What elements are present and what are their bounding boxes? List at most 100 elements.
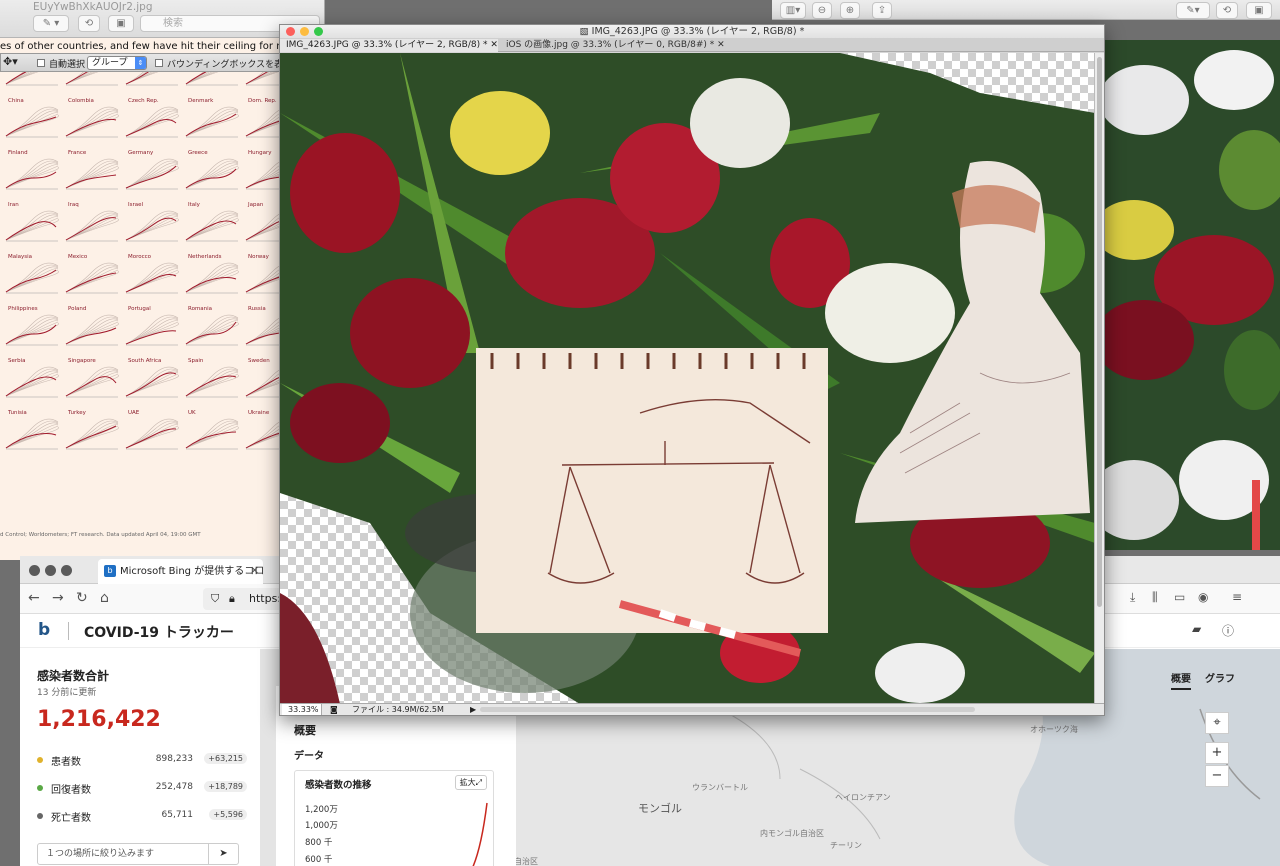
tab-overview[interactable]: 概要 [1171, 670, 1191, 685]
stat-delta: +18,789 [204, 781, 247, 792]
markup-pen-icon[interactable]: ✎▾ [1176, 2, 1210, 19]
sidebar-icon[interactable]: ▥▾ [780, 2, 806, 19]
extension-icon[interactable]: ◉ [1198, 590, 1208, 604]
expand-button[interactable]: 拡大⤢ [454, 775, 487, 790]
mini-chart-label: France [68, 150, 87, 156]
zoom-in-icon[interactable]: ⊕ [840, 2, 860, 19]
tab-ios-image[interactable]: iOS の画像.jpg @ 33.3% (レイヤー 0, RGB/8#) * ✕ [500, 39, 725, 52]
mini-chart: UAE [124, 410, 180, 460]
zoom-out-icon[interactable]: ⊖ [812, 2, 832, 19]
mini-chart-label: Mexico [68, 254, 88, 260]
mini-chart-plot [5, 366, 59, 398]
group-select[interactable]: グループ ⇕ [87, 56, 147, 70]
mini-chart-label: Denmark [188, 98, 214, 104]
mini-chart-label: Singapore [68, 358, 96, 364]
stat-name: 患者数 [51, 757, 81, 768]
zoom-in-button[interactable]: + [1205, 742, 1229, 764]
move-tool-icon[interactable]: ✥▾ [3, 55, 18, 68]
library-icon[interactable]: ⫼ [1152, 590, 1158, 605]
mini-chart-plot [65, 314, 119, 346]
mini-chart-label: Japan [248, 202, 264, 208]
mini-chart-label: Sweden [248, 358, 270, 364]
small-multiples-grid: China Colombia Czech Rep. Denmark Dom. Rep. F… [0, 54, 299, 528]
toolbox-icon[interactable]: ▣ [108, 15, 134, 32]
total-cases: 1,216,422 [37, 707, 161, 732]
mini-chart-label: Israel [128, 202, 144, 208]
home-icon[interactable]: ⌂ [100, 590, 109, 606]
stat-row-deaths[interactable]: 死亡者数 65,711 +5,596 [37, 808, 247, 826]
info-icon[interactable]: ⓘ [1222, 622, 1234, 639]
bing-logo-icon[interactable]: b [38, 620, 50, 640]
locate-arrow-icon[interactable]: ➤ [208, 844, 238, 864]
stat-row-active[interactable]: 患者数 898,233 +63,215 [37, 752, 247, 770]
reload-icon[interactable]: ↻ [76, 590, 88, 606]
minimize-window-icon[interactable] [45, 565, 56, 576]
mini-chart-label: Malaysia [8, 254, 33, 260]
zoom-window-icon[interactable] [61, 565, 72, 576]
mini-chart: Malaysia [4, 254, 60, 304]
mini-chart-label: Germany [128, 150, 154, 156]
browser-tab[interactable]: b Microsoft Bing が提供するコロナ [98, 559, 263, 584]
zoom-out-button[interactable]: − [1205, 765, 1229, 787]
mini-chart-label: Czech Rep. [128, 98, 159, 104]
forward-icon[interactable]: → [52, 590, 64, 606]
document-tabs: IMG_4263.JPG @ 33.3% (レイヤー 2, RGB/8) * ✕… [280, 38, 1104, 52]
stats-panel: 感染者数合計 13 分前に更新 1,216,422 患者数 898,233 +6… [20, 649, 260, 866]
map-label-inner-mongolia: 内モンゴル自治区 [760, 829, 824, 838]
feedback-icon[interactable]: ▰ [1192, 622, 1201, 636]
mini-chart: China [4, 98, 60, 148]
download-icon[interactable]: ⤓ [1130, 590, 1135, 605]
close-window-icon[interactable] [286, 27, 295, 36]
mini-chart-plot [65, 210, 119, 242]
mini-chart: Philippines [4, 306, 60, 356]
mini-chart: Italy [184, 202, 240, 252]
location-filter-input[interactable]: １つの場所に絞り込みます ➤ [37, 843, 239, 865]
shield-icon: ⛉ [211, 592, 220, 605]
tab-close-icon[interactable]: ✕ [717, 40, 725, 50]
mini-chart-label: Colombia [68, 98, 94, 104]
tab-close-icon[interactable]: ✕ [490, 40, 498, 50]
mini-chart-plot [185, 366, 239, 398]
rotate-icon[interactable]: ⟲ [78, 15, 100, 32]
y-tick: 800 千 [305, 838, 333, 848]
tab-graph[interactable]: グラフ [1205, 670, 1235, 685]
overview-heading: 概要 [294, 724, 316, 737]
vertical-scrollbar[interactable] [1094, 53, 1104, 704]
mini-chart-label: UK [188, 410, 196, 416]
stat-row-recovered[interactable]: 回復者数 252,478 +18,789 [37, 780, 247, 798]
photoshop-document-window: ▧ IMG_4263.JPG @ 33.3% (レイヤー 2, RGB/8) *… [279, 24, 1105, 716]
zoom-window-icon[interactable] [314, 27, 323, 36]
mini-chart-plot [65, 106, 119, 138]
mini-chart-label: Tunisia [8, 410, 27, 416]
reader-icon[interactable]: ▭ [1174, 590, 1185, 604]
zoom-field[interactable]: 33.33% [282, 704, 322, 715]
tab-close-icon[interactable]: ✕ [250, 564, 259, 577]
horizontal-scrollbar[interactable] [480, 707, 975, 712]
bounding-box-checkbox[interactable] [155, 59, 163, 67]
status-arrow-icon[interactable]: ▶ [470, 704, 476, 715]
mini-chart-label: Spain [188, 358, 204, 364]
stat-name: 回復者数 [51, 785, 91, 796]
mini-chart-label: UAE [128, 410, 140, 416]
rotate-icon[interactable]: ⟲ [1216, 2, 1238, 19]
mini-chart-label: Poland [68, 306, 87, 312]
locate-me-icon[interactable]: ⌖ [1205, 712, 1229, 734]
address-input[interactable]: ⛉ 🔒︎ https: [203, 588, 283, 610]
status-menu-icon[interactable]: ◙ [330, 704, 338, 715]
auto-select-checkbox[interactable] [37, 59, 45, 67]
menu-icon[interactable]: ≡ [1232, 590, 1242, 604]
minimize-window-icon[interactable] [300, 27, 309, 36]
image-canvas[interactable] [280, 53, 1095, 704]
preview-title: EUyYwBhXkAUOJr2.jpg [33, 1, 153, 13]
tab-img-4263[interactable]: IMG_4263.JPG @ 33.3% (レイヤー 2, RGB/8) * ✕ [280, 39, 498, 52]
stat-delta: +63,215 [204, 753, 247, 764]
toolbox-icon[interactable]: ▣ [1246, 2, 1272, 19]
mini-chart-plot [185, 262, 239, 294]
mini-chart: Finland [4, 150, 60, 200]
bounding-box-label: バウンディングボックスを表示 [167, 60, 293, 70]
back-icon[interactable]: ← [28, 590, 40, 606]
share-icon[interactable]: ⇪ [872, 2, 892, 19]
scroll-thumb[interactable] [1097, 57, 1102, 607]
markup-pen-button[interactable]: ✎ ▾ [33, 15, 69, 32]
close-window-icon[interactable] [29, 565, 40, 576]
